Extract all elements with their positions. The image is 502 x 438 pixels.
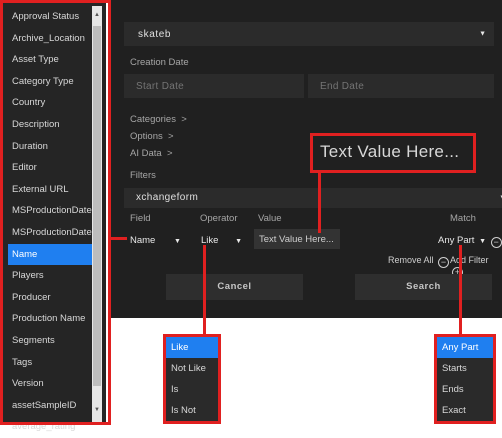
filters-label: Filters: [130, 170, 156, 181]
match-callout-frame: [434, 334, 496, 424]
chevron-right-icon: >: [178, 114, 187, 125]
operator-callout-frame: [163, 334, 221, 424]
filter-preset-select[interactable]: xchangeform ▼: [124, 188, 502, 208]
options-label: Options: [130, 131, 163, 142]
end-date-input[interactable]: End Date: [308, 74, 494, 98]
text-value-callout: Text Value Here...: [310, 133, 476, 173]
filter-value-text: Text Value Here...: [259, 234, 334, 245]
field-column-header: Field: [130, 213, 151, 224]
remove-all-button[interactable]: Remove All −: [388, 255, 450, 268]
remove-filter-icon[interactable]: −: [490, 237, 502, 248]
categories-label: Categories: [130, 114, 176, 125]
chevron-down-icon: ▼: [173, 238, 181, 245]
options-toggle[interactable]: Options >: [130, 131, 174, 142]
chevron-down-icon: ▼: [479, 30, 486, 38]
asset-select-value: skateb: [138, 29, 172, 40]
search-button[interactable]: Search: [355, 274, 492, 300]
field-select[interactable]: Name ▼: [130, 235, 181, 246]
filter-value-input[interactable]: Text Value Here...: [254, 229, 340, 249]
end-date-placeholder: End Date: [320, 81, 365, 92]
add-filter-label: Add Filter: [450, 255, 489, 265]
field-select-value: Name: [130, 235, 156, 246]
text-value-callout-text: Text Value Here...: [320, 142, 460, 161]
value-column-header: Value: [258, 213, 282, 224]
operator-select[interactable]: Like ▼: [201, 235, 242, 246]
ai-data-toggle[interactable]: AI Data >: [130, 148, 173, 159]
sidebar-callout-connector: [111, 237, 127, 240]
match-column-header: Match: [450, 213, 476, 224]
remove-all-label: Remove All: [388, 255, 434, 265]
start-date-placeholder: Start Date: [136, 81, 185, 92]
chevron-down-icon: ▼: [235, 238, 243, 245]
creation-date-label: Creation Date: [130, 57, 189, 68]
chevron-right-icon: >: [164, 148, 173, 159]
operator-callout-connector: [203, 245, 206, 334]
categories-toggle[interactable]: Categories >: [130, 114, 187, 125]
match-select-value: Any Part: [438, 235, 475, 246]
match-callout-connector: [459, 245, 462, 334]
minus-circle-icon: −: [438, 257, 450, 268]
sidebar-callout-frame: [0, 0, 111, 425]
chevron-down-icon: ▼: [479, 238, 487, 245]
start-date-input[interactable]: Start Date: [124, 74, 304, 98]
asset-select[interactable]: skateb ▼: [124, 22, 494, 46]
ai-data-label: AI Data: [130, 148, 162, 159]
text-value-callout-connector: [318, 173, 321, 233]
chevron-right-icon: >: [165, 131, 174, 142]
cancel-button[interactable]: Cancel: [166, 274, 303, 300]
filter-preset-value: xchangeform: [136, 192, 199, 203]
match-select[interactable]: Any Part ▼ −: [438, 235, 502, 248]
operator-column-header: Operator: [200, 213, 238, 224]
